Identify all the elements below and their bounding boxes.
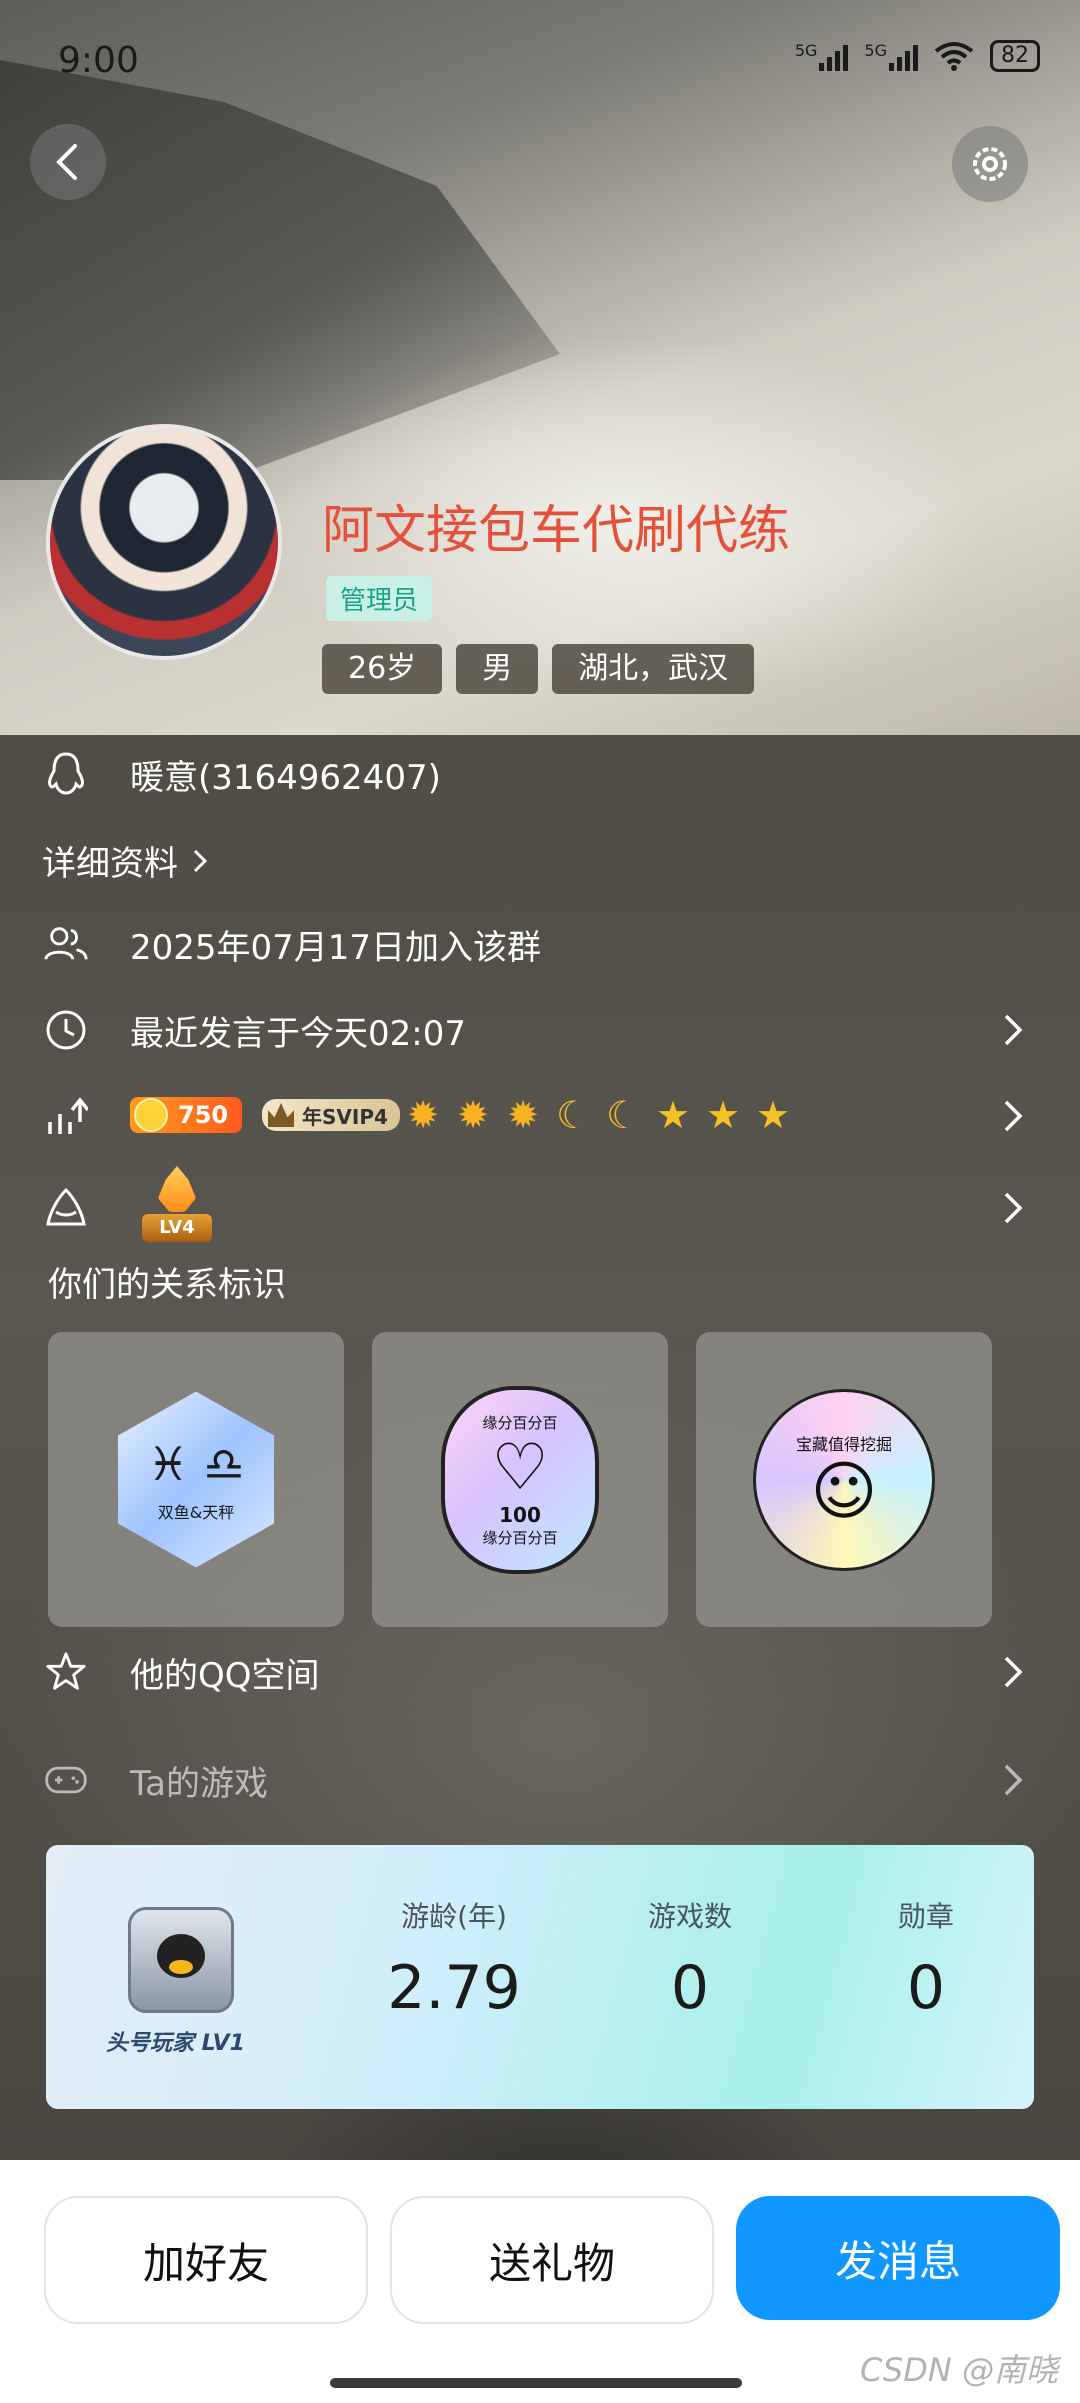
sun-icon: ✹ [457,1093,489,1137]
relationship-section-title: 你们的关系标识 [48,1265,286,1305]
status-icons: 5G 5G 82 [795,40,1040,72]
last-speak-text: 最近发言于今天02:07 [130,1013,466,1054]
games-row[interactable]: Ta的游戏 [0,1758,1080,1804]
treasure-ring-text: 宝藏值得挖掘 [795,1434,892,1454]
stat-label: 游龄(年) [401,1900,507,1933]
profile-tags: 26岁 男 湖北，武汉 [322,644,755,694]
qzone-row[interactable]: 他的QQ空间 [0,1650,1080,1696]
detail-profile-link[interactable]: 详细资料 [42,836,208,885]
join-date-row: 2025年07月17日加入该群 [0,922,1080,968]
signal-icon: 5G [864,41,918,71]
battery-indicator: 82 [990,40,1040,72]
gear-icon [973,147,1007,181]
stat-medals: 勋章 0 [826,1895,1026,2023]
smiley-face-icon: ☺ [810,1454,878,1529]
chevron-right-icon [1004,1014,1023,1046]
zodiac-badge: ♓ ♎ 双鱼&天秤 [118,1391,274,1568]
penguin-icon [44,752,88,796]
crown-icon [268,1103,294,1127]
watermark: CSDN @南晓 [859,2351,1058,2389]
qq-level-icons: ✹ ✹ ✹ ☾ ☾ ★ ★ ★ [402,1094,794,1136]
group-level-badge: LV4 [142,1166,212,1246]
age-tag: 26岁 [322,644,443,694]
add-friend-button[interactable]: 加好友 [44,2196,368,2324]
player-level-label: 头号玩家 LV1 [106,2031,245,2056]
games-label: Ta的游戏 [130,1763,268,1804]
stat-value: 2.79 [387,1953,521,2023]
coin-value: 750 [178,1101,229,1129]
detail-profile-label: 详细资料 [42,844,178,884]
stat-label: 游戏数 [647,1900,732,1933]
join-date-text: 2025年07月17日加入该群 [130,927,542,968]
signal-icon: 5G [795,41,849,71]
relationship-card-fate[interactable]: 缘分百分百 ♡ 100 缘分百分百 [372,1332,668,1627]
wifi-icon [934,42,974,71]
send-gift-button[interactable]: 送礼物 [390,2196,714,2324]
svip-label: 年SVIP4 [302,1104,388,1129]
svip-badge: 年SVIP4 [262,1099,400,1131]
treasure-badge: 宝藏值得挖掘 ☺ [753,1388,935,1571]
heart-icon: ♡ [491,1430,549,1505]
avatar[interactable] [46,424,282,660]
fate-ring-text: 缘分百分百 [482,1528,558,1547]
fate-badge: 缘分百分百 ♡ 100 缘分百分百 [441,1385,599,1574]
status-time: 9:00 [58,40,139,81]
settings-button[interactable] [952,126,1028,202]
stat-label: 勋章 [897,1900,954,1933]
chevron-right-icon [193,849,208,872]
gender-tag: 男 [456,644,539,694]
chevron-right-icon [1004,1100,1023,1132]
coin-icon [134,1098,168,1132]
relationship-card-treasure[interactable]: 宝藏值得挖掘 ☺ [696,1332,992,1627]
flame-icon [158,1166,196,1212]
stat-game-count: 游戏数 0 [590,1895,790,2023]
group-members-icon [44,922,88,966]
admin-role-tag: 管理员 [326,576,433,621]
moon-icon: ☾ [555,1093,591,1137]
gamepad-icon [44,1758,88,1802]
stat-game-age: 游龄(年) 2.79 [354,1895,554,2023]
send-message-button[interactable]: 发消息 [736,2196,1060,2320]
chevron-right-icon [1004,1764,1023,1796]
group-level-label: LV4 [142,1214,212,1242]
relationship-card-zodiac[interactable]: ♓ ♎ 双鱼&天秤 [48,1332,344,1627]
back-button[interactable] [30,124,106,200]
location-tag: 湖北，武汉 [552,644,755,694]
qq-number-row: 暖意(3164962407) [0,752,1080,798]
fate-center: 100 [499,1502,541,1527]
moon-icon: ☾ [605,1093,641,1137]
sun-icon: ✹ [407,1093,439,1137]
star-outline-icon [44,1650,88,1694]
qq-coin-badge: 750 [130,1097,242,1133]
nickname: 阿文接包车代刷代练 [322,501,791,561]
game-stats-card[interactable]: 头号玩家 LV1 游龄(年) 2.79 游戏数 0 勋章 0 [46,1845,1034,2109]
zodiac-symbols: ♓ ♎ [147,1436,245,1491]
group-level-icon [44,1186,88,1230]
last-speak-row[interactable]: 最近发言于今天02:07 [0,1008,1080,1054]
qzone-label: 他的QQ空间 [130,1655,320,1696]
sun-icon: ✹ [507,1093,539,1137]
star-icon: ★ [655,1093,691,1137]
stat-value: 0 [670,1953,710,2023]
zodiac-label: 双鱼&天秤 [157,1502,235,1522]
player-robot-icon [128,1907,234,2013]
qq-name-id: 暖意(3164962407) [130,757,441,798]
back-arrow-icon [56,144,77,180]
star-icon: ★ [705,1093,741,1137]
stat-value: 0 [906,1953,946,2023]
rank-up-icon [44,1094,88,1138]
chevron-right-icon [1004,1656,1023,1688]
home-indicator[interactable] [330,2378,742,2388]
bottom-action-bar: 加好友 送礼物 发消息 CSDN @南晓 [0,2160,1080,2403]
fate-ring-text: 缘分百分百 [482,1413,558,1432]
clock-icon [44,1008,88,1052]
star-icon: ★ [755,1093,791,1137]
chevron-right-icon [1004,1192,1023,1224]
